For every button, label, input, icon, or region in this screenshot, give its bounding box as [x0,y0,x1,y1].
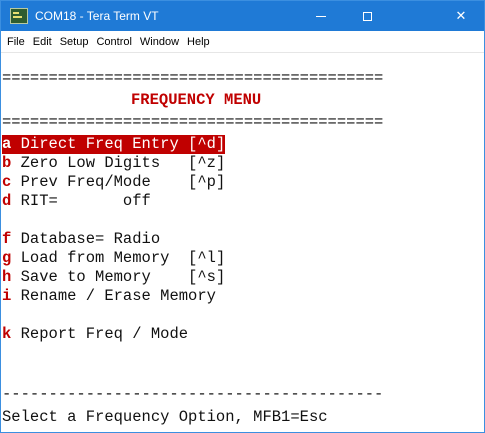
title-bar[interactable]: COM18 - Tera Term VT ✕ [1,1,484,31]
menu-item-label: Prev Freq/Mode [^p] [11,173,226,191]
tera-term-icon[interactable] [10,8,28,24]
menu-title: FREQUENCY MENU [131,91,262,109]
menu-item-label: RIT= off [11,192,151,210]
menu-item-zero-low-digits[interactable]: b Zero Low Digits [^z] [2,154,225,173]
minimize-button[interactable] [298,1,344,31]
menu-item-label: Load from Memory [^l] [11,249,226,267]
menu-item-rit[interactable]: d RIT= off [2,192,151,211]
menu-item-label: Zero Low Digits [^z] [11,154,226,172]
menu-item-load-from-memory[interactable]: g Load from Memory [^l] [2,249,225,268]
tera-term-window: COM18 - Tera Term VT ✕ File Edit Setup C… [0,0,485,433]
menu-item-rename-erase-memory[interactable]: i Rename / Erase Memory [2,287,216,306]
window-title: COM18 - Tera Term VT [35,9,159,23]
menu-item-label: Direct Freq Entry [^d] [11,135,226,153]
close-button[interactable]: ✕ [438,1,484,31]
hotkey-f: f [2,230,12,248]
menu-item-save-to-memory[interactable]: h Save to Memory [^s] [2,268,225,287]
hotkey-a: a [2,135,12,153]
menu-item-database[interactable]: f Database= Radio [2,230,160,249]
menu-item-prev-freq-mode[interactable]: c Prev Freq/Mode [^p] [2,173,225,192]
hotkey-c: c [2,173,12,191]
hotkey-b: b [2,154,12,172]
menu-item-label: Report Freq / Mode [11,325,189,343]
menu-item-label: Database= Radio [11,230,161,248]
close-icon: ✕ [455,8,467,24]
menu-item-direct-freq-entry[interactable]: a Direct Freq Entry [^d] [2,135,226,154]
menu-help[interactable]: Help [184,36,215,48]
menu-item-label: Save to Memory [^s] [11,268,226,286]
maximize-icon [362,11,372,21]
separator-double-bottom: ========================================… [2,113,384,131]
menu-setup[interactable]: Setup [57,36,94,48]
menu-item-label: Rename / Erase Memory [11,287,216,305]
separator-single: ----------------------------------------… [2,385,384,403]
terminal-screen[interactable]: ========================================… [2,53,482,431]
hotkey-g: g [2,249,12,267]
hotkey-d: d [2,192,12,210]
hotkey-i: i [2,287,12,305]
menu-control[interactable]: Control [93,36,136,48]
menu-item-report-freq-mode[interactable]: k Report Freq / Mode [2,325,188,344]
menu-bar: File Edit Setup Control Window Help [1,31,484,53]
maximize-button[interactable] [344,1,390,31]
hotkey-h: h [2,268,12,286]
minimize-icon [316,15,326,17]
prompt-line: Select a Frequency Option, MFB1=Esc [2,408,328,426]
menu-window[interactable]: Window [137,36,184,48]
menu-edit[interactable]: Edit [30,36,57,48]
separator-double-top: ========================================… [2,69,384,87]
menu-file[interactable]: File [4,36,30,48]
hotkey-k: k [2,325,12,343]
